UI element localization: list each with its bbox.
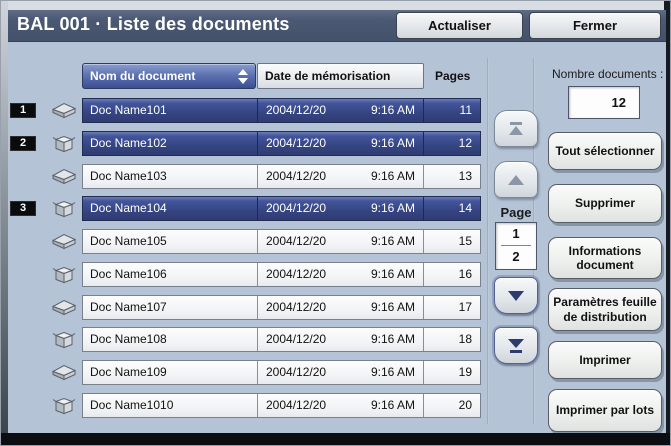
- doc-pages: 18: [423, 328, 480, 351]
- doc-time: 9:16 AM: [370, 234, 415, 248]
- doc-date: 2004/12/20: [266, 169, 327, 183]
- doc-time: 9:16 AM: [370, 365, 415, 379]
- doc-name: Doc Name103: [90, 169, 167, 183]
- table-row[interactable]: Doc Name103 2004/12/20 9:16 AM 13: [8, 164, 481, 189]
- column-header-name[interactable]: Nom du document: [82, 63, 256, 89]
- delete-button[interactable]: Supprimer: [548, 184, 662, 223]
- arrow-up-bar-icon: [509, 121, 523, 135]
- refresh-button[interactable]: Actualiser: [396, 12, 523, 39]
- document-count-label: Nombre documents :: [552, 67, 664, 81]
- doc-time: 9:16 AM: [370, 267, 415, 281]
- selection-order-badge: 1: [10, 103, 36, 118]
- doc-date: 2004/12/20: [266, 332, 327, 346]
- scroll-last-page-button[interactable]: [494, 327, 538, 364]
- batch-print-button[interactable]: Imprimer par lots: [548, 389, 662, 432]
- document-count-value: 12: [568, 86, 640, 119]
- doc-date: 2004/12/20: [266, 267, 327, 281]
- scanner-icon: [52, 168, 76, 185]
- doc-name: Doc Name1010: [90, 398, 174, 412]
- doc-name: Doc Name107: [90, 300, 167, 314]
- page-total: 2: [512, 249, 520, 264]
- doc-name: Doc Name105: [90, 234, 167, 248]
- doc-name: Doc Name106: [90, 267, 167, 281]
- doc-time: 9:16 AM: [370, 169, 415, 183]
- distribution-sheet-settings-button[interactable]: Paramètres feuille de distribution: [548, 288, 662, 331]
- arrow-down-bar-icon: [508, 338, 524, 353]
- box-icon: [52, 266, 76, 284]
- column-header-pages: Pages: [435, 69, 471, 83]
- scanner-icon: [52, 233, 76, 250]
- print-button[interactable]: Imprimer: [548, 341, 662, 379]
- box-icon: [52, 200, 76, 218]
- scanner-icon: [52, 102, 76, 119]
- bezel-top: [1, 1, 670, 10]
- doc-time: 9:16 AM: [370, 136, 415, 150]
- select-all-button[interactable]: Tout sélectionner: [548, 132, 662, 170]
- doc-pages: 19: [423, 361, 480, 384]
- doc-name: Doc Name102: [90, 136, 167, 150]
- scroll-down-button[interactable]: [494, 277, 538, 314]
- doc-name: Doc Name101: [90, 103, 167, 117]
- doc-time: 9:16 AM: [370, 300, 415, 314]
- table-row[interactable]: Doc Name109 2004/12/20 9:16 AM 19: [8, 360, 481, 385]
- doc-date: 2004/12/20: [266, 136, 327, 150]
- page-indicator: 1 2: [495, 222, 537, 270]
- close-button[interactable]: Fermer: [529, 12, 661, 39]
- title-bar: BAL 001 · Liste des documents Actualiser…: [8, 10, 666, 42]
- page-title: BAL 001 · Liste des documents: [17, 14, 290, 34]
- box-icon: [52, 331, 76, 349]
- table-row[interactable]: Doc Name1010 2004/12/20 9:16 AM 20: [8, 393, 481, 418]
- selection-order-badge: 2: [10, 136, 36, 151]
- box-icon: [52, 135, 76, 153]
- doc-pages: 12: [423, 132, 480, 155]
- doc-time: 9:16 AM: [370, 332, 415, 346]
- scanner-icon: [52, 299, 76, 316]
- doc-pages: 20: [423, 394, 480, 417]
- table-row[interactable]: Doc Name105 2004/12/20 9:16 AM 15: [8, 229, 481, 254]
- doc-name: Doc Name104: [90, 201, 167, 215]
- doc-pages: 16: [423, 263, 480, 286]
- selection-order-badge: 3: [10, 201, 36, 216]
- doc-pages: 17: [423, 296, 480, 319]
- doc-time: 9:16 AM: [370, 201, 415, 215]
- scroll-up-button[interactable]: [494, 161, 538, 198]
- doc-time: 9:16 AM: [370, 398, 415, 412]
- doc-date: 2004/12/20: [266, 365, 327, 379]
- doc-name: Doc Name109: [90, 365, 167, 379]
- doc-date: 2004/12/20: [266, 201, 327, 215]
- doc-date: 2004/12/20: [266, 234, 327, 248]
- touchscreen-device: BAL 001 · Liste des documents Actualiser…: [0, 0, 671, 446]
- column-header-date[interactable]: Date de mémorisation: [257, 63, 424, 89]
- table-row[interactable]: 1 Doc Name101 2004/12/20 9:16 AM 11: [8, 98, 481, 123]
- column-header-date-label: Date de mémorisation: [265, 69, 391, 83]
- table-row[interactable]: Doc Name107 2004/12/20 9:16 AM 17: [8, 295, 481, 320]
- doc-name: Doc Name108: [90, 332, 167, 346]
- doc-time: 9:16 AM: [370, 103, 415, 117]
- box-icon: [52, 397, 76, 415]
- page-current: 1: [512, 226, 520, 241]
- screen: BAL 001 · Liste des documents Actualiser…: [8, 10, 666, 435]
- table-row[interactable]: Doc Name108 2004/12/20 9:16 AM 18: [8, 327, 481, 352]
- divider-table-nav: [487, 58, 489, 424]
- doc-pages: 11: [423, 99, 480, 122]
- doc-date: 2004/12/20: [266, 300, 327, 314]
- doc-date: 2004/12/20: [266, 103, 327, 117]
- sort-up-down-icon: [238, 69, 248, 84]
- table-row[interactable]: Doc Name106 2004/12/20 9:16 AM 16: [8, 262, 481, 287]
- bezel-bottom: [1, 433, 670, 445]
- doc-pages: 14: [423, 197, 480, 220]
- scroll-first-page-button[interactable]: [494, 110, 538, 147]
- document-info-button[interactable]: Informations document: [548, 237, 662, 279]
- bezel-left: [1, 1, 8, 445]
- doc-date: 2004/12/20: [266, 398, 327, 412]
- doc-pages: 15: [423, 230, 480, 253]
- arrow-up-icon: [508, 174, 524, 185]
- arrow-down-icon: [508, 290, 524, 301]
- column-header-name-label: Nom du document: [90, 69, 196, 83]
- table-row[interactable]: 2 Doc Name102 2004/12/20 9:16 AM 12: [8, 131, 481, 156]
- scanner-icon: [52, 364, 76, 381]
- doc-pages: 13: [423, 165, 480, 188]
- table-row[interactable]: 3 Doc Name104 2004/12/20 9:16 AM 14: [8, 196, 481, 221]
- page-label: Page: [500, 205, 532, 220]
